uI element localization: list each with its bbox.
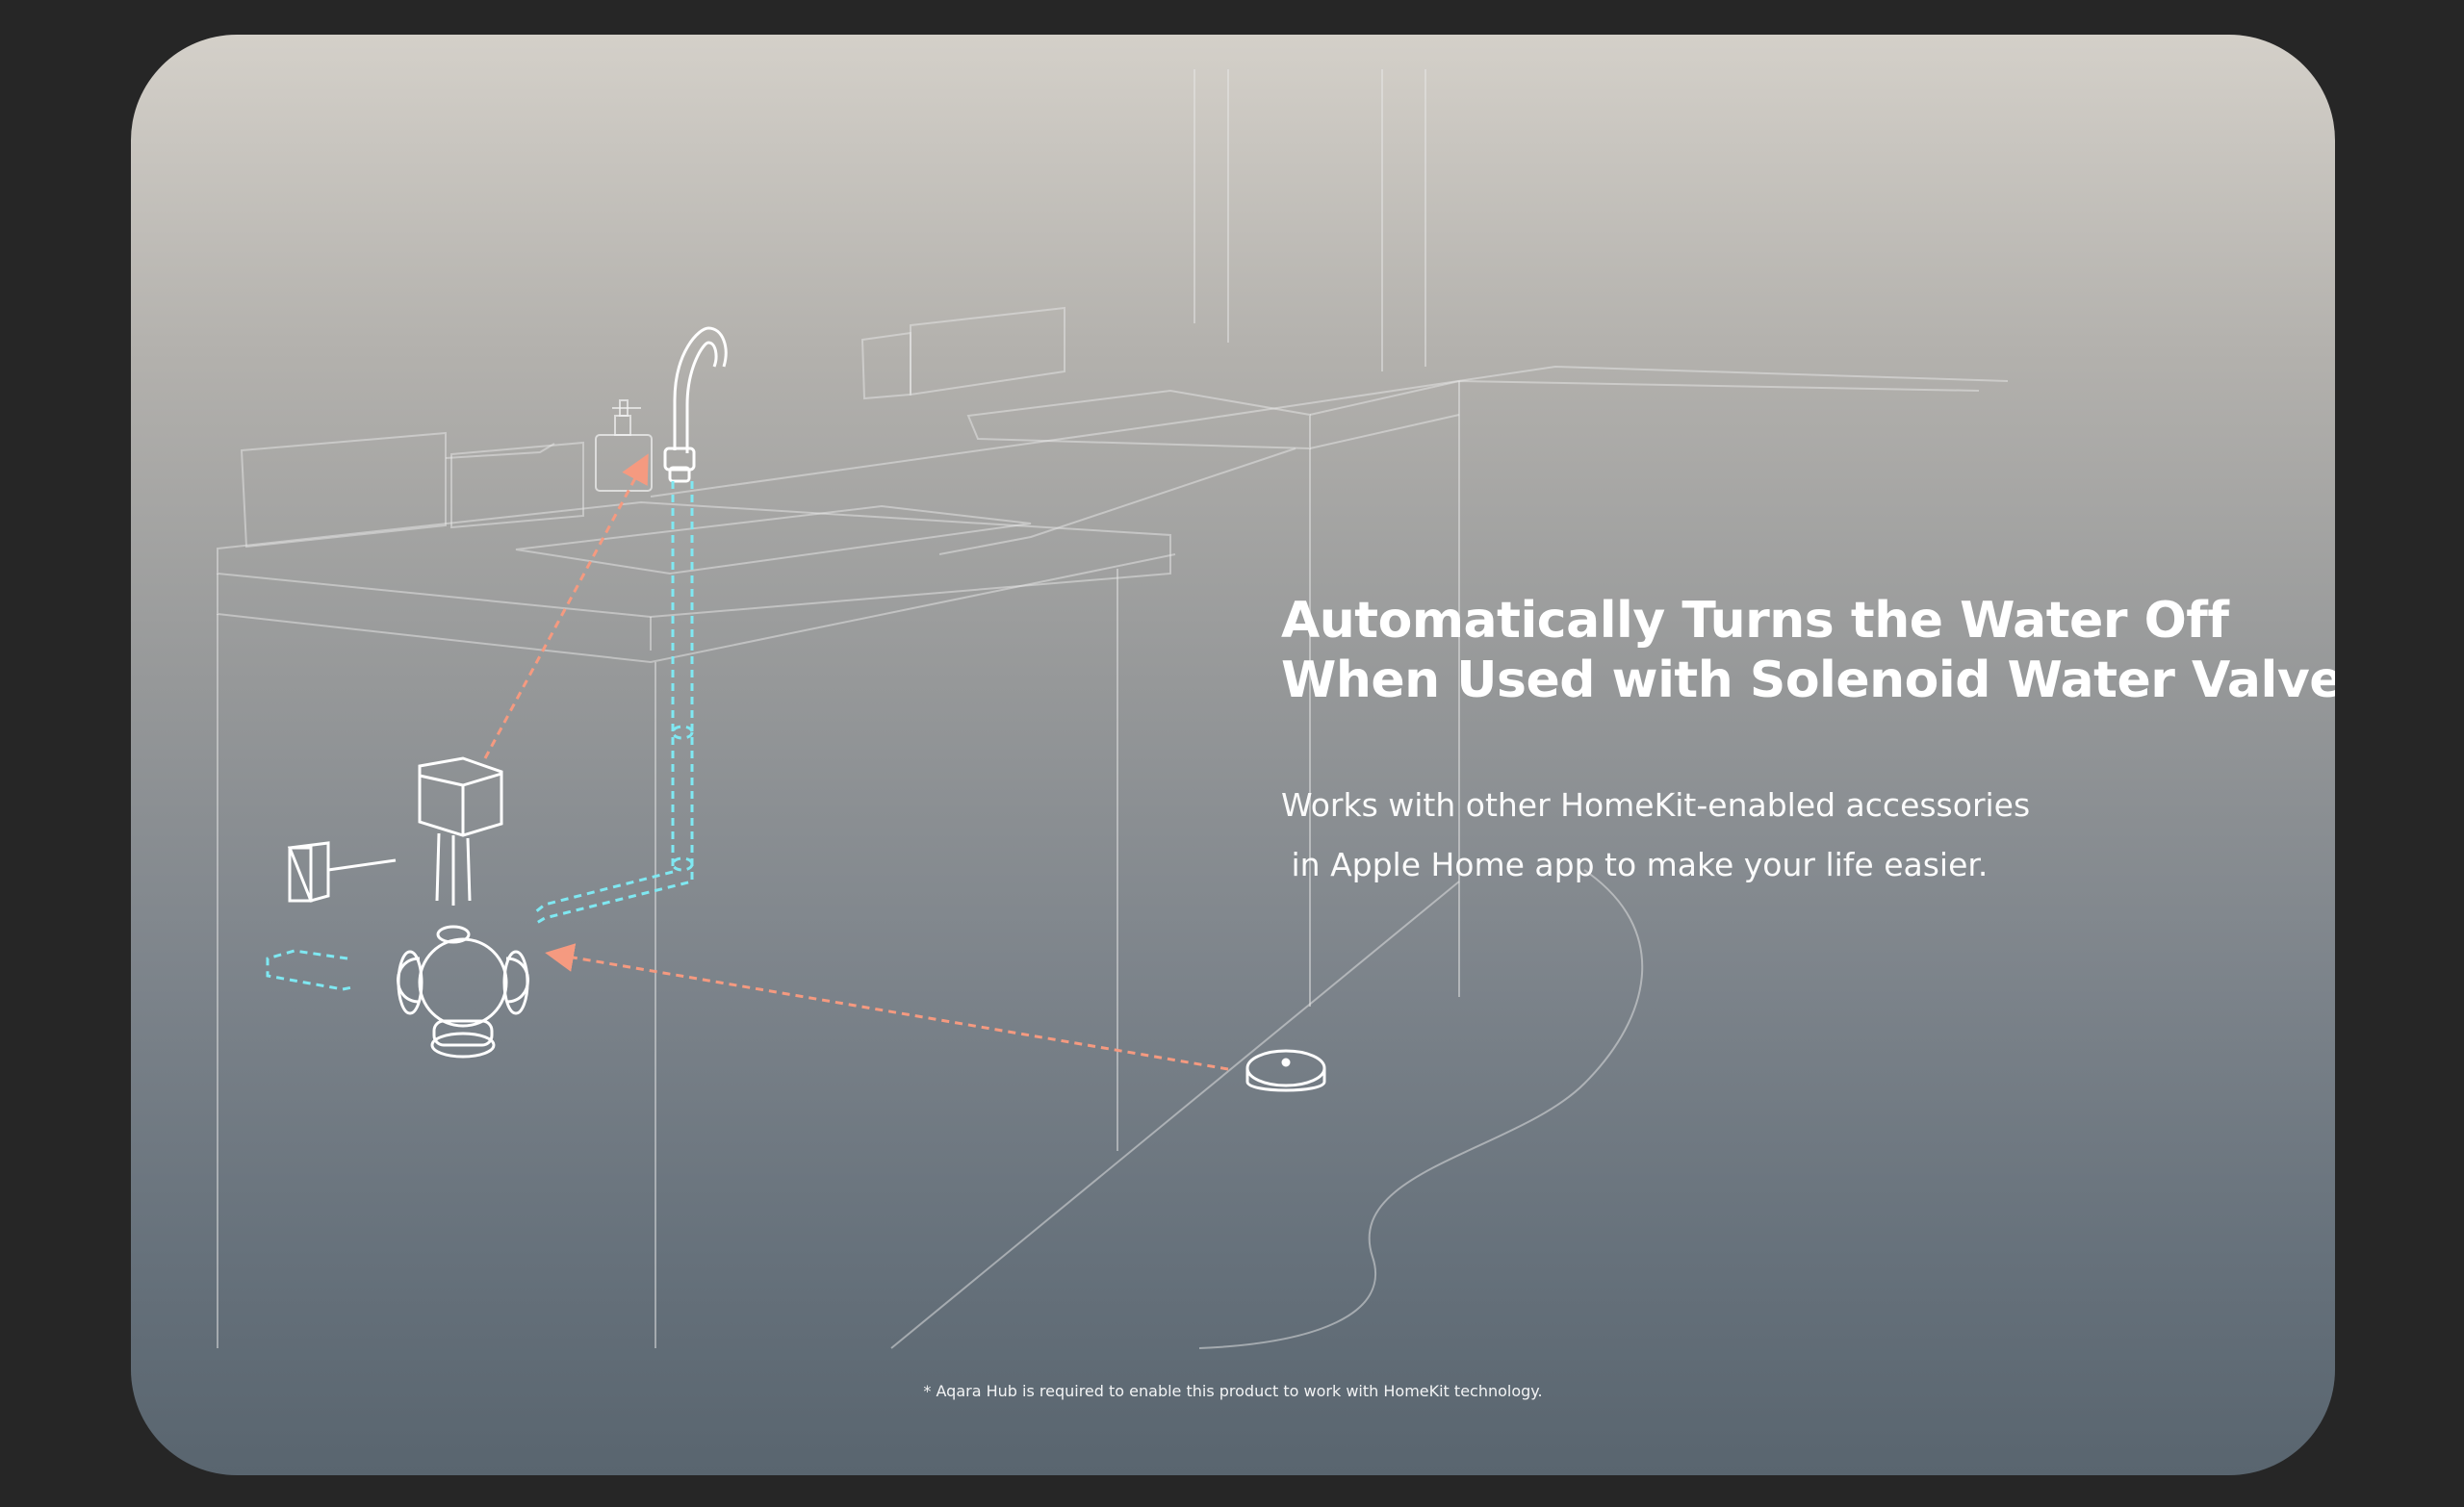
description-line-1: Works with other HomeKit-enabled accesso… — [1281, 786, 2031, 824]
feature-headline: Automatically Turns the Water Off When U… — [1281, 591, 2335, 710]
water-leak-sensor — [1245, 1049, 1326, 1092]
feature-card: Automatically Turns the Water Off When U… — [131, 35, 2335, 1475]
headline-line-1: Automatically Turns the Water Off — [1281, 592, 2229, 650]
water-pipe — [266, 481, 694, 991]
description-line-2: in Apple Home app to make your life easi… — [1281, 846, 1989, 883]
soap-dispenser — [595, 399, 653, 492]
solenoid-water-valve — [287, 756, 529, 1059]
hub-requirement-footnote: * Aqara Hub is required to enable this p… — [923, 1382, 1543, 1400]
feature-description: Works with other HomeKit-enabled accesso… — [1281, 776, 2030, 895]
kitchen-leak-illustration — [217, 69, 2009, 1349]
headline-line-2: When Used with Solenoid Water Valve — [1281, 651, 2335, 709]
faucet — [663, 326, 728, 483]
